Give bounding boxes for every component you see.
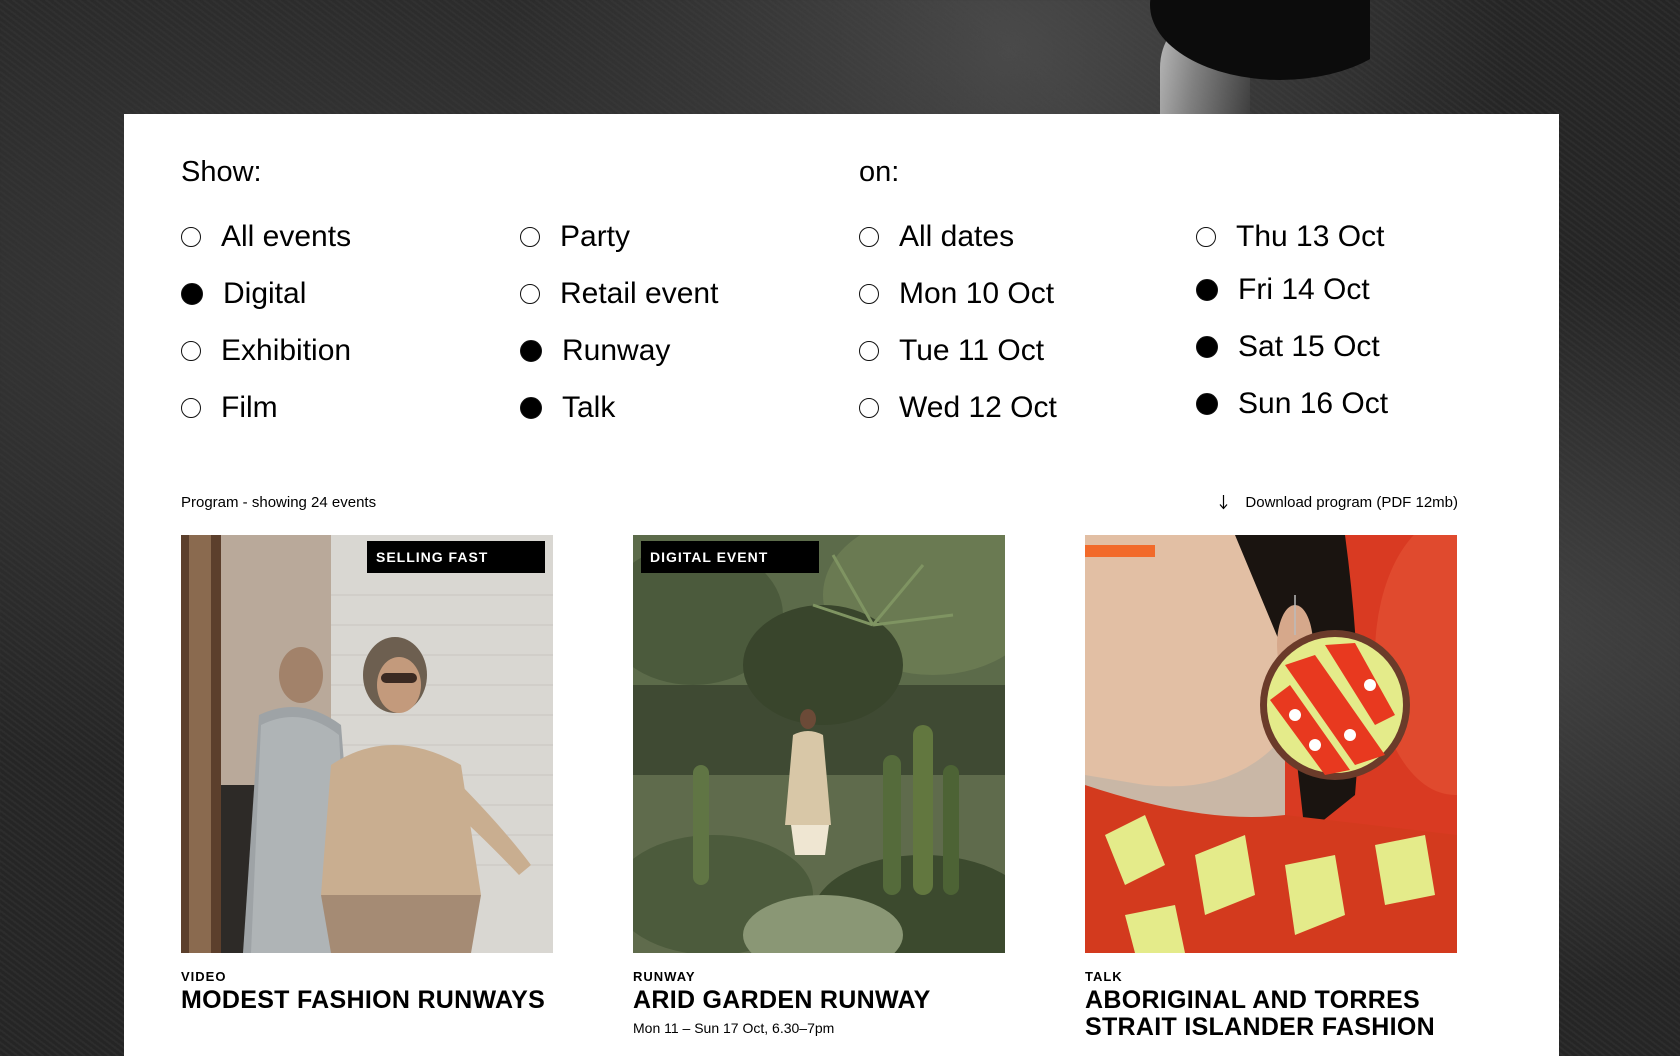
- event-type: TALK: [1085, 969, 1123, 984]
- hero-background-image: [1150, 0, 1370, 114]
- arrow-down-icon: [1219, 494, 1228, 509]
- date-option-thu-13-oct[interactable]: Thu 13 Oct: [1196, 217, 1384, 257]
- filter-option-talk[interactable]: Talk: [520, 388, 615, 428]
- date-option-mon-10-oct[interactable]: Mon 10 Oct: [859, 274, 1054, 314]
- event-card[interactable]: SELLING FAST VIDEO MODEST FASHION RUNWAY…: [181, 535, 553, 1014]
- filter-option-exhibition[interactable]: Exhibition: [181, 331, 351, 371]
- radio-empty-icon[interactable]: [181, 398, 201, 418]
- filter-option-digital[interactable]: Digital: [181, 274, 306, 314]
- radio-empty-icon[interactable]: [181, 341, 201, 361]
- date-option-label: Fri 14 Oct: [1238, 273, 1370, 306]
- event-card[interactable]: TALK ABORIGINAL AND TORRES STRAIT ISLAND…: [1085, 535, 1457, 1041]
- date-option-label: Thu 13 Oct: [1236, 220, 1385, 253]
- event-image-aboriginal-fashion[interactable]: [1085, 535, 1457, 953]
- event-card[interactable]: DIGITAL EVENT RUNWAY ARID GARDEN RUNWAY …: [633, 535, 1005, 1036]
- event-title[interactable]: ABORIGINAL AND TORRES STRAIT ISLANDER FA…: [1085, 987, 1457, 1041]
- filter-option-label: Retail event: [560, 277, 719, 310]
- radio-filled-icon[interactable]: [1196, 279, 1218, 301]
- digital-event-badge: DIGITAL EVENT: [641, 541, 819, 573]
- filter-option-film[interactable]: Film: [181, 388, 278, 428]
- radio-empty-icon[interactable]: [859, 341, 879, 361]
- radio-empty-icon[interactable]: [181, 227, 201, 247]
- radio-empty-icon[interactable]: [1196, 227, 1216, 247]
- event-title[interactable]: ARID GARDEN RUNWAY: [633, 987, 1005, 1014]
- filter-option-label: Digital: [223, 277, 307, 310]
- radio-filled-icon[interactable]: [520, 340, 542, 362]
- filter-option-all-events[interactable]: All events: [181, 217, 351, 257]
- on-heading: on:: [859, 156, 900, 188]
- radio-empty-icon[interactable]: [520, 284, 540, 304]
- date-option-label: Mon 10 Oct: [899, 277, 1055, 310]
- program-count: Program - showing 24 events: [181, 494, 377, 511]
- filter-option-retail-event[interactable]: Retail event: [520, 274, 718, 314]
- date-option-label: Sun 16 Oct: [1238, 387, 1389, 420]
- date-option-label: Wed 12 Oct: [899, 391, 1057, 424]
- filter-option-label: Runway: [562, 334, 671, 367]
- filter-option-label: Party: [560, 220, 631, 253]
- date-option-fri-14-oct[interactable]: Fri 14 Oct: [1196, 270, 1370, 310]
- date-option-label: All dates: [899, 220, 1015, 253]
- date-option-tue-11-oct[interactable]: Tue 11 Oct: [859, 331, 1044, 371]
- download-program-link[interactable]: Download program (PDF 12mb): [1219, 494, 1458, 511]
- filter-option-party[interactable]: Party: [520, 217, 630, 257]
- date-option-sun-16-oct[interactable]: Sun 16 Oct: [1196, 384, 1388, 424]
- date-option-wed-12-oct[interactable]: Wed 12 Oct: [859, 388, 1057, 428]
- filter-option-label: Exhibition: [221, 334, 352, 367]
- selling-fast-badge: SELLING FAST: [367, 541, 545, 573]
- date-option-all-dates[interactable]: All dates: [859, 217, 1014, 257]
- radio-empty-icon[interactable]: [859, 398, 879, 418]
- event-photo: [181, 535, 553, 953]
- event-image-modest-fashion[interactable]: SELLING FAST: [181, 535, 553, 953]
- show-heading: Show:: [181, 156, 262, 188]
- date-option-label: Tue 11 Oct: [899, 334, 1045, 367]
- filter-option-label: Talk: [562, 391, 616, 424]
- date-option-sat-15-oct[interactable]: Sat 15 Oct: [1196, 327, 1380, 367]
- radio-empty-icon[interactable]: [859, 284, 879, 304]
- event-photo: [633, 535, 1005, 953]
- radio-filled-icon[interactable]: [1196, 393, 1218, 415]
- download-program-label: Download program (PDF 12mb): [1245, 494, 1458, 511]
- event-image-arid-garden[interactable]: DIGITAL EVENT: [633, 535, 1005, 953]
- filter-option-runway[interactable]: Runway: [520, 331, 670, 371]
- radio-filled-icon[interactable]: [520, 397, 542, 419]
- date-option-label: Sat 15 Oct: [1238, 330, 1380, 363]
- event-date: Mon 11 – Sun 17 Oct, 6.30–7pm: [633, 1020, 835, 1036]
- event-photo: [1085, 535, 1457, 953]
- program-panel: Show: on: All events Digital Exhibition …: [124, 114, 1559, 1056]
- radio-empty-icon[interactable]: [520, 227, 540, 247]
- filter-option-label: All events: [221, 220, 352, 253]
- radio-empty-icon[interactable]: [859, 227, 879, 247]
- event-title[interactable]: MODEST FASHION RUNWAYS: [181, 987, 553, 1014]
- radio-filled-icon[interactable]: [1196, 336, 1218, 358]
- event-type: RUNWAY: [633, 969, 696, 984]
- filter-option-label: Film: [221, 391, 278, 424]
- event-type: VIDEO: [181, 969, 227, 984]
- radio-filled-icon[interactable]: [181, 283, 203, 305]
